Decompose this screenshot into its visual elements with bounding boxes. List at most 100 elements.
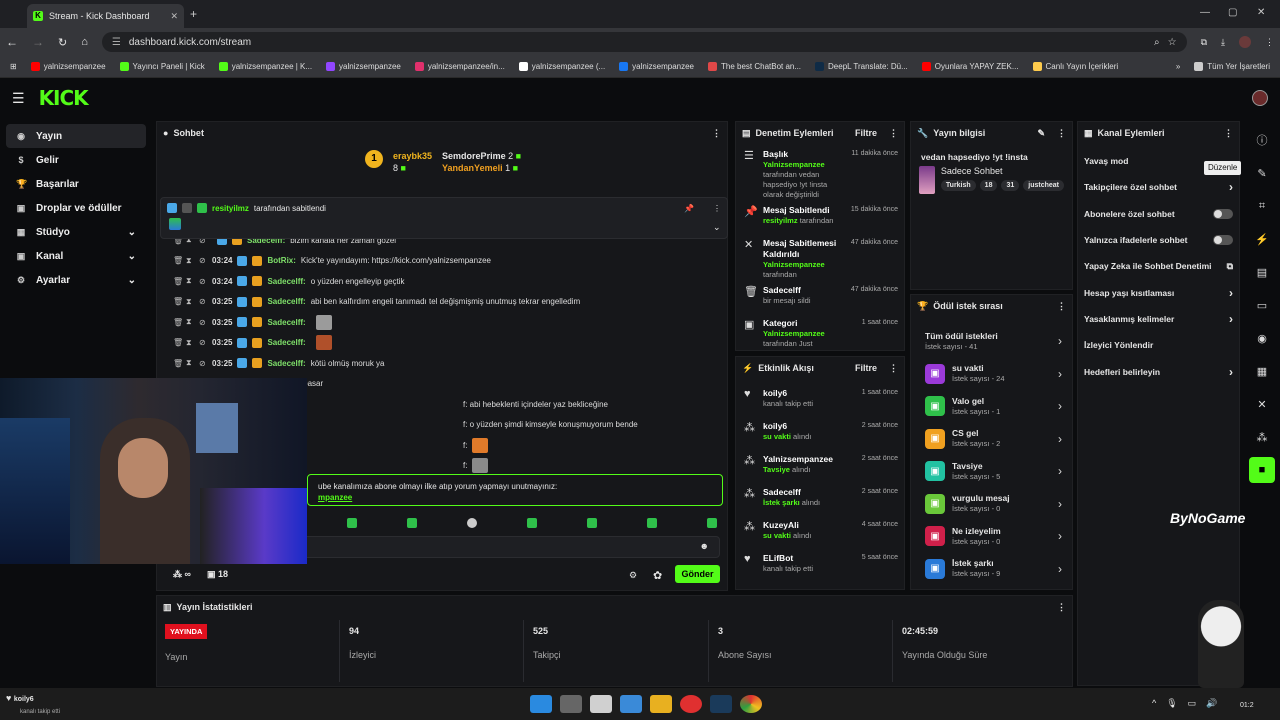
reward-item[interactable]: ▣ Valo gel İstek sayısı - 1 › <box>911 390 1072 423</box>
channel-action-item[interactable]: Yapay Zeka ile Sohbet Denetimi ⧉ <box>1078 253 1239 279</box>
chevron-down-icon[interactable]: ⌄ <box>128 227 136 238</box>
bookmark-item[interactable]: yalnizsempanzee (... <box>518 62 605 71</box>
url-field[interactable]: ☰ dashboard.kick.com/stream ⌕ ☆ <box>101 32 1187 52</box>
external-link-icon[interactable]: ⧉ <box>1227 261 1233 272</box>
gift-count[interactable]: ▣ 18 <box>207 569 228 580</box>
chevron-right-icon[interactable]: › <box>1229 180 1233 194</box>
delete-message-icon[interactable]: 🗑 <box>173 256 183 265</box>
emote-button[interactable] <box>707 518 717 528</box>
ban-icon[interactable]: ⊘ <box>199 277 207 286</box>
bookmark-star-icon[interactable]: ☆ <box>1168 37 1177 48</box>
channel-action-item[interactable]: Yasaklanmış kelimeler › <box>1078 306 1239 332</box>
minimize-icon[interactable]: — <box>1200 7 1210 18</box>
mod-filter-button[interactable]: Filtre <box>855 128 877 138</box>
sidebar-item-3[interactable]: ▣ Droplar ve ödüller <box>6 196 146 220</box>
ban-icon[interactable]: ⊘ <box>199 256 207 265</box>
toggle-switch[interactable] <box>1213 208 1233 219</box>
timeout-icon[interactable]: ⧗ <box>186 338 194 348</box>
channel-action-item[interactable]: Hesap yaşı kısıtlaması › <box>1078 279 1239 305</box>
delete-message-icon[interactable]: 🗑 <box>173 318 183 327</box>
gifter-3[interactable]: YandanYemeli <box>442 163 503 173</box>
obs-icon[interactable] <box>680 695 702 713</box>
delete-message-icon[interactable]: 🗑 <box>173 359 183 368</box>
activity-user[interactable]: KuzeyAli <box>763 520 799 530</box>
download-icon[interactable]: ⤓ <box>1221 37 1225 48</box>
profile-icon[interactable] <box>1239 36 1251 48</box>
message-username[interactable]: BotRix: <box>267 256 295 265</box>
timeout-icon[interactable]: ⧗ <box>186 276 194 286</box>
timeout-icon[interactable]: ⧗ <box>186 358 194 368</box>
bookmark-item[interactable]: Canlı Yayın İçerikleri <box>1032 62 1118 71</box>
extensions-icon[interactable]: ⧉ <box>1201 37 1207 48</box>
emote-button[interactable] <box>467 518 477 528</box>
info-icon[interactable]: ⓘ <box>1249 127 1275 153</box>
reward-menu-icon[interactable]: ⋮ <box>1057 301 1066 312</box>
close-tab-icon[interactable]: ✕ <box>170 11 178 22</box>
channel-action-item[interactable]: Yalnızca ifadelerle sohbet <box>1078 227 1239 253</box>
reward-item[interactable]: ▣ İstek şarkı İstek sayısı - 9 › <box>911 553 1072 586</box>
hamburger-menu-icon[interactable]: ☰ <box>12 90 25 107</box>
tools-icon[interactable]: ✕ <box>1249 391 1275 417</box>
chat-menu-icon[interactable]: ⋮ <box>712 128 721 139</box>
activity-user[interactable]: koily6 <box>763 388 787 398</box>
activity-user[interactable]: Yalnizsempanzee <box>763 454 833 464</box>
browser-menu-icon[interactable]: ⋮ <box>1265 37 1274 48</box>
chevron-right-icon[interactable]: › <box>1229 286 1233 300</box>
all-bookmarks[interactable]: Tüm Yer İşaretleri <box>1194 62 1270 71</box>
gifter-1[interactable]: eraybk35 8 ■ <box>393 150 432 174</box>
stream-tag[interactable]: Turkish <box>940 180 976 191</box>
forward-icon[interactable]: → <box>32 35 44 49</box>
snipping-tool-icon[interactable] <box>590 695 612 713</box>
bookmark-item[interactable]: yalnizsempanzee <box>326 62 401 71</box>
activity-user[interactable]: Sadecelff <box>763 487 801 497</box>
stream-tag[interactable]: 18 <box>979 180 998 191</box>
delete-message-icon[interactable]: 🗑 <box>173 277 183 286</box>
pinned-menu-icon[interactable]: ⋮ <box>713 204 721 213</box>
windows-start-icon[interactable] <box>530 695 552 713</box>
timeout-icon[interactable]: ⧗ <box>186 256 194 266</box>
reward-item[interactable]: ▣ Tavsiye İstek sayısı - 5 › <box>911 455 1072 488</box>
events-menu-icon[interactable]: ⋮ <box>889 363 898 374</box>
delete-message-icon[interactable]: 🗑 <box>173 297 183 306</box>
mod-menu-icon[interactable]: ⋮ <box>889 128 898 139</box>
site-info-icon[interactable]: ☰ <box>112 37 121 48</box>
sidebar-item-2[interactable]: 🏆 Başarılar <box>6 172 146 196</box>
kick-logo[interactable]: KICK <box>39 86 89 110</box>
message-username[interactable]: Sadecelff: <box>267 318 305 327</box>
emote-button[interactable] <box>587 518 597 528</box>
stats-menu-icon[interactable]: ⋮ <box>1057 602 1066 613</box>
microphone-icon[interactable]: 🎙 <box>1166 698 1177 709</box>
new-tab-icon[interactable]: + <box>190 7 197 21</box>
browser-tab[interactable]: K Stream - Kick Dashboard ✕ <box>27 4 184 28</box>
mod-action-user[interactable]: resityilmz <box>763 216 798 225</box>
bookmark-item[interactable]: Oyunlara YAPAY ZEK... <box>921 62 1019 71</box>
bookmark-item[interactable]: DeepL Translate: Dü... <box>815 62 908 71</box>
events-filter-button[interactable]: Filtre <box>855 363 877 373</box>
timeout-icon[interactable]: ⧗ <box>186 297 194 307</box>
sidebar-item-6[interactable]: ⚙ Ayarlar ⌄ <box>6 268 146 292</box>
stream-tag[interactable]: 31 <box>1001 180 1020 191</box>
reward-item[interactable]: ▣ Ne izleyelim İstek sayısı - 0 › <box>911 520 1072 553</box>
reward-item[interactable]: Tüm ödül istekleri İstek sayısı - 41 › <box>911 325 1072 358</box>
activity-user[interactable]: ELifBot <box>763 553 793 563</box>
broadcast-icon[interactable]: ◉ <box>1249 325 1275 351</box>
ban-icon[interactable]: ⊘ <box>199 359 207 368</box>
crop-icon[interactable]: ⌗ <box>1249 193 1275 219</box>
bookmark-item[interactable]: yalnizsempanzee <box>30 62 106 71</box>
back-icon[interactable]: ← <box>6 35 18 49</box>
edit-icon[interactable]: ✎ <box>1037 128 1045 139</box>
chrome-icon[interactable] <box>740 695 762 713</box>
more-bookmarks-icon[interactable]: » <box>1176 62 1180 71</box>
announcement-link[interactable]: mpanzee <box>318 492 712 503</box>
file-explorer-icon[interactable] <box>650 695 672 713</box>
bookmark-item[interactable]: yalnizsempanzee/in... <box>414 62 505 71</box>
ban-icon[interactable]: ⊘ <box>199 338 207 347</box>
bookmark-item[interactable]: yalnizsempanzee | K... <box>218 62 312 71</box>
message-username[interactable]: Sadecelff: <box>267 338 305 347</box>
delete-message-icon[interactable]: 🗑 <box>173 338 183 347</box>
chat-bot-icon[interactable]: ✿ <box>653 569 662 582</box>
expand-pinned-icon[interactable]: ⌄ <box>713 222 721 233</box>
mod-action-user[interactable]: Yalnizsempanzee <box>763 329 825 338</box>
display-icon[interactable]: ▭ <box>1188 698 1197 709</box>
sidebar-item-0[interactable]: ◉ Yayın <box>6 124 146 148</box>
